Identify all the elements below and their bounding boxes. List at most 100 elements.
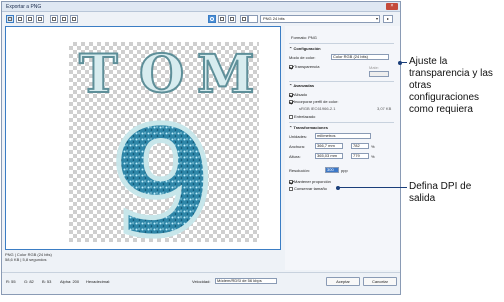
profile-size: 3,07 KB	[377, 106, 392, 111]
transparency-label: Transparencia	[294, 64, 320, 69]
zoom-in-icon[interactable]	[218, 15, 226, 23]
width-percent: %	[371, 144, 375, 149]
color-mode-dropdown[interactable]: Color RGB (24 bits)	[331, 54, 389, 60]
red-readout: R: 55	[6, 279, 16, 284]
smoothing-label: Alisado	[294, 92, 308, 97]
callout-line: otras	[409, 80, 432, 91]
color-mode-value: Color RGB (24 bits)	[333, 54, 368, 59]
units-label: Unidades:	[289, 134, 308, 139]
section-transformations[interactable]: ⌃ Transformaciones	[289, 125, 328, 130]
section-configuration[interactable]: ⌃ Configuración	[289, 46, 321, 51]
section-advanced-title: Avanzadas	[293, 83, 315, 88]
checkbox-icon	[289, 115, 293, 119]
resolution-input[interactable]: 300	[325, 167, 339, 173]
toolbar: PNG 24 bits ▾ ▸	[2, 13, 400, 25]
checkbox-icon	[289, 65, 293, 69]
format-label: Formato:	[291, 35, 308, 40]
grid-view-icon[interactable]	[50, 15, 58, 23]
resolution-unit: ppp	[341, 168, 348, 173]
section-advanced[interactable]: ⌃ Avanzadas	[289, 83, 314, 88]
status-line-size: 58,6 KB | 5,8 segundos	[5, 257, 47, 262]
window-title: Exportar a PNG	[6, 4, 42, 10]
preset-value: PNG 24 bits	[263, 16, 285, 21]
preset-dropdown[interactable]: PNG 24 bits ▾	[260, 15, 380, 23]
close-button[interactable]: ×	[386, 3, 398, 10]
embed-profile-checkbox[interactable]: Incorporar perfil de color:	[289, 99, 338, 104]
quad-view-icon[interactable]	[36, 15, 44, 23]
keep-ratio-label: Mantener proporción	[294, 179, 331, 184]
settings-panel: Formato: PNG ⌃ Configuración Modo de col…	[285, 26, 400, 270]
width-label: Anchura:	[289, 144, 306, 149]
hex-readout: Hexadecimal:	[86, 279, 111, 284]
matte-color-picker[interactable]	[369, 71, 389, 77]
bottom-bar: R: 55 G: 82 B: 53 Alpha: 200 Hexadecimal…	[2, 272, 400, 294]
keep-size-checkbox[interactable]: Conservar tamaño	[289, 186, 327, 191]
status-info: PNG | Color RGB (24 bits) 58,6 KB | 5,8 …	[5, 252, 52, 262]
fit-view-icon[interactable]	[60, 15, 68, 23]
callout-line: Ajuste la	[409, 56, 448, 67]
embed-profile-label: Incorporar perfil de color:	[294, 99, 339, 104]
tom-9-artwork: T O M 9	[78, 43, 256, 242]
units-value: milímetros	[317, 133, 336, 138]
green-readout: G: 82	[24, 279, 34, 284]
profile-name: sRGB IEC61966-2.1	[299, 106, 336, 111]
zoom-icon[interactable]	[208, 15, 216, 23]
resolution-value: 300	[327, 167, 334, 172]
split-horizontal-view-icon[interactable]	[26, 15, 34, 23]
zoom-out-icon[interactable]	[228, 15, 236, 23]
checkbox-icon	[289, 180, 293, 184]
preview-pane[interactable]: T O M 9	[5, 26, 281, 250]
divider	[289, 43, 394, 44]
height-percent: %	[371, 154, 375, 159]
width-px-value: 782	[353, 143, 360, 148]
cancel-button[interactable]: Cancelar	[363, 277, 397, 286]
callout-line: como requiera	[409, 104, 473, 115]
callout-line: transparencia y las	[409, 68, 493, 79]
checkbox-icon	[289, 187, 293, 191]
width-px-input[interactable]: 782	[351, 143, 369, 149]
interlaced-checkbox[interactable]: Entrelazado	[289, 114, 315, 119]
height-label: Altura:	[289, 154, 301, 159]
speed-label: Velocidad:	[192, 279, 211, 284]
alpha-readout: Alpha: 200	[60, 279, 80, 284]
height-px-input[interactable]: 779	[351, 153, 369, 159]
actual-size-icon[interactable]	[70, 15, 78, 23]
speed-dropdown[interactable]: Módem/RDSI de 56 kbps	[215, 278, 277, 284]
callout-line: salida	[409, 193, 436, 204]
color-swatch[interactable]	[248, 15, 258, 23]
split-vertical-view-icon[interactable]	[16, 15, 24, 23]
export-png-dialog: Exportar a PNG × PNG 24 bits ▾ ▸ T O M 9…	[1, 1, 401, 295]
chevron-down-icon: ▾	[375, 16, 378, 21]
height-mm-input[interactable]: 365,03 mm	[315, 153, 343, 159]
number-nine: 9	[111, 96, 215, 242]
section-transformations-title: Transformaciones	[293, 125, 328, 130]
image-canvas: T O M 9	[69, 42, 259, 242]
checkbox-icon	[289, 93, 293, 97]
accept-button[interactable]: Aceptar	[326, 277, 360, 286]
callout-line: configuraciones	[409, 92, 480, 103]
units-dropdown[interactable]: milímetros	[315, 133, 371, 139]
keep-size-label: Conservar tamaño	[294, 186, 327, 191]
checkbox-icon	[289, 100, 293, 104]
width-mm-input[interactable]: 366,7 mm	[315, 143, 343, 149]
height-px-value: 779	[353, 153, 360, 158]
height-mm-value: 365,03 mm	[317, 153, 338, 158]
format-value: PNG	[308, 35, 317, 40]
title-bar: Exportar a PNG ×	[2, 2, 400, 12]
divider	[289, 81, 394, 82]
width-mm-value: 366,7 mm	[317, 143, 335, 148]
blue-readout: B: 53	[42, 279, 52, 284]
callout-line-bottom	[338, 187, 407, 188]
section-configuration-title: Configuración	[293, 46, 321, 51]
eyedropper-icon[interactable]	[240, 15, 248, 23]
callout-line-top	[400, 62, 407, 63]
smoothing-checkbox[interactable]: Alisado	[289, 92, 307, 97]
callout-transparency: Ajuste la transparencia y las otras conf…	[409, 56, 493, 116]
matte-label: Mate:	[369, 65, 380, 70]
callout-dpi: Defina DPI de salida	[409, 181, 471, 205]
keep-ratio-checkbox[interactable]: Mantener proporción	[289, 179, 331, 184]
transparency-checkbox[interactable]: Transparencia	[289, 64, 319, 69]
single-view-icon[interactable]	[6, 15, 14, 23]
divider	[289, 122, 394, 123]
next-preset-button[interactable]: ▸	[383, 15, 393, 23]
